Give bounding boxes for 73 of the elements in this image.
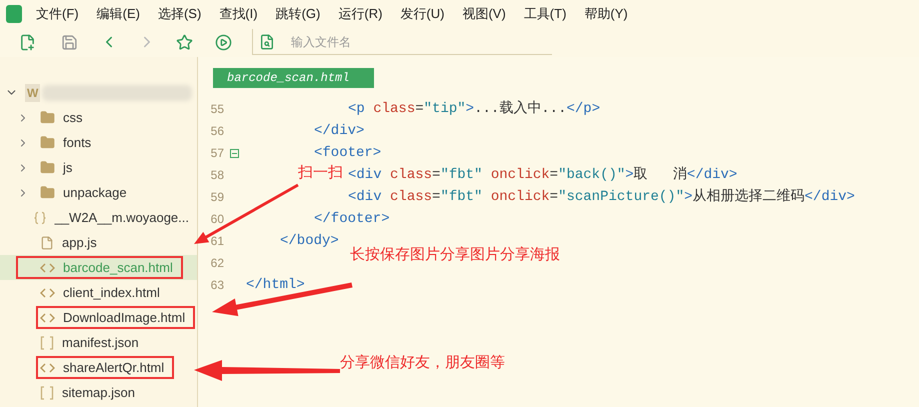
menu-item[interactable]: 运行(R) xyxy=(338,4,382,24)
code-line: <div class="fbt" onclick="scanPicture()">从相册选择二维码</div> xyxy=(348,187,855,206)
tree-item[interactable]: js xyxy=(0,155,197,180)
line-number: 62 xyxy=(210,255,224,272)
tree-item[interactable]: css xyxy=(0,105,197,130)
tree-item[interactable]: fonts xyxy=(0,130,197,155)
file-name: unpackage xyxy=(63,184,127,202)
code-line: </footer> xyxy=(314,210,390,228)
tree-item[interactable]: client_index.html xyxy=(0,280,197,305)
file-name: js xyxy=(63,158,72,177)
code-line: </html> xyxy=(246,276,305,294)
tree-item[interactable]: DownloadImage.html xyxy=(0,305,197,330)
line-number: 57 xyxy=(210,145,224,162)
menu-item[interactable]: 视图(V) xyxy=(462,4,506,24)
code-line: <footer> xyxy=(314,144,382,162)
folder-icon xyxy=(40,135,55,150)
menu-item[interactable]: 工具(T) xyxy=(524,4,566,24)
bracket-icon xyxy=(40,336,54,350)
line-number: 61 xyxy=(210,233,224,250)
file-name: css xyxy=(63,108,82,127)
file-name: client_index.html xyxy=(63,284,160,302)
menu-item[interactable]: 跳转(G) xyxy=(276,4,320,24)
file-name: manifest.json xyxy=(62,334,139,352)
folder-icon xyxy=(40,185,55,200)
code-line: </div> xyxy=(314,122,364,140)
annotation-text: 扫一扫 xyxy=(298,164,343,181)
braces-icon xyxy=(32,210,47,224)
file-name: DownloadImage.html xyxy=(63,308,186,327)
file-name: fonts xyxy=(63,134,92,152)
menu-item[interactable]: 帮助(Y) xyxy=(584,4,628,24)
star-icon[interactable] xyxy=(176,34,193,50)
line-number: 56 xyxy=(210,123,224,140)
save-icon[interactable] xyxy=(61,34,78,50)
app-logo-icon xyxy=(6,4,22,22)
menu-item[interactable]: 发行(U) xyxy=(400,4,444,24)
file-icon xyxy=(40,236,54,250)
tree-item[interactable]: unpackage xyxy=(0,180,197,205)
menu-item[interactable]: 编辑(E) xyxy=(96,4,140,24)
file-name: __W2A__m.woyaoge... xyxy=(54,208,189,227)
menu-item[interactable]: 选择(S) xyxy=(158,4,202,24)
fold-icon[interactable] xyxy=(230,148,238,158)
line-number: 58 xyxy=(210,167,224,184)
code-line: <div class="fbt" onclick="back()">取 消</div> xyxy=(348,166,738,184)
folder-icon xyxy=(40,160,55,175)
annotation-text: 长按保存图片分享图片分享海报 xyxy=(350,245,560,265)
menu-item[interactable]: 查找(I) xyxy=(219,4,258,24)
annotation-text: 分享微信好友，朋友圈等 xyxy=(340,353,505,373)
new-file-icon[interactable] xyxy=(19,34,36,50)
run-icon[interactable] xyxy=(215,34,232,50)
code-icon xyxy=(40,312,55,322)
tree-item[interactable]: app.js xyxy=(0,230,197,255)
file-name: shareAlertQr.html xyxy=(63,358,164,377)
file-search-field[interactable]: 输入文件名 xyxy=(291,32,491,50)
tree-item[interactable]: __W2A__m.woyaoge... xyxy=(0,205,197,230)
menu-item[interactable]: 文件(F) xyxy=(36,4,79,24)
tree-item[interactable]: shareAlertQr.html xyxy=(0,355,197,380)
code-icon xyxy=(40,362,55,372)
search-icon xyxy=(259,34,275,50)
file-name: sitemap.json xyxy=(62,384,135,402)
line-number: 55 xyxy=(210,101,224,118)
code-line: </body> xyxy=(280,232,339,250)
code-line: <p class="tip">...载入中...</p> xyxy=(348,100,600,118)
tree-item[interactable]: sitemap.json xyxy=(0,380,197,405)
line-number: 59 xyxy=(210,189,224,206)
code-icon xyxy=(40,288,55,298)
file-name: barcode_scan.html xyxy=(63,258,173,277)
bracket-icon xyxy=(40,386,54,400)
line-number: 60 xyxy=(210,211,224,228)
tree-item[interactable]: manifest.json xyxy=(0,330,197,355)
line-number: 63 xyxy=(210,277,224,294)
file-name: app.js xyxy=(62,234,97,252)
code-icon xyxy=(40,262,55,272)
folder-icon xyxy=(40,110,55,125)
